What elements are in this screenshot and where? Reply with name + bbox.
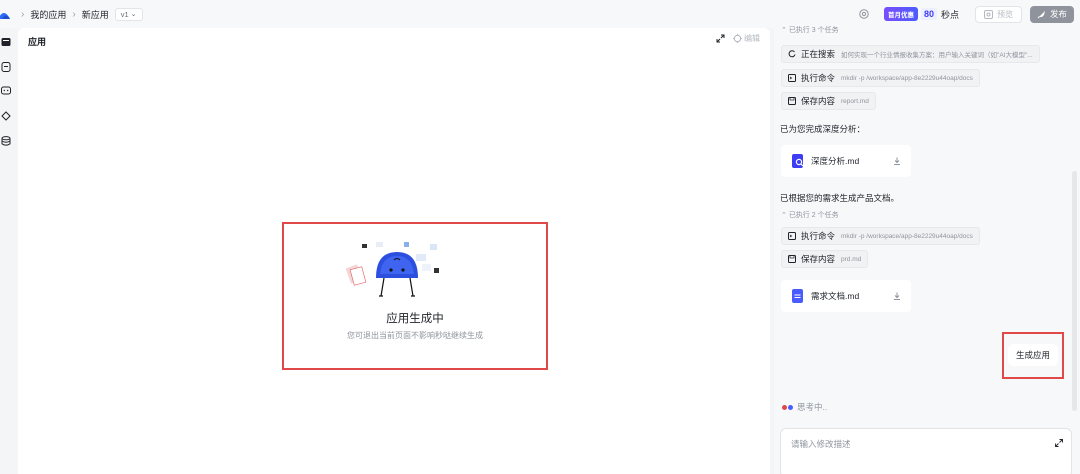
terminal-icon: [788, 74, 796, 82]
task-name: 保存内容: [801, 254, 836, 264]
task-collapse-label: 已执行 2 个任务: [788, 212, 839, 219]
top-right-actions: 首月优惠 80 秒点 预览 发布: [858, 5, 1074, 23]
document-file-icon: [792, 289, 803, 303]
task-detail: mkdir -p /workspace/app-8e2229u44oap/doc…: [841, 74, 973, 82]
task-item[interactable]: 执行命令 mkdir -p /workspace/app-8e2229u44oa…: [781, 227, 980, 245]
edit-button[interactable]: 编辑: [733, 33, 760, 44]
breadcrumb-my-apps[interactable]: 我的应用: [30, 8, 66, 21]
generate-app-message[interactable]: 生成应用: [1008, 344, 1058, 366]
rocket-icon: [1037, 10, 1045, 18]
chevron-down-icon: ⌄: [130, 11, 137, 18]
edit-label: 编辑: [744, 34, 760, 43]
file-name: 深度分析.md: [811, 156, 860, 166]
file-name: 需求文档.md: [811, 291, 860, 301]
points-unit: 秒点: [940, 9, 959, 20]
task-detail: report.md: [841, 97, 869, 105]
app-icon[interactable]: [1, 37, 11, 47]
save-icon: [788, 97, 796, 105]
chat-scrollbar[interactable]: [1072, 171, 1077, 411]
version-label: v1: [120, 9, 129, 19]
chevron-right-icon: ›: [72, 8, 76, 20]
chevron-up-icon: ⌃: [781, 212, 789, 219]
task-collapse-label: 已执行 3 个任务: [788, 27, 839, 34]
download-icon[interactable]: [893, 157, 901, 165]
modify-description-input[interactable]: [791, 439, 1031, 449]
publish-button[interactable]: 发布: [1029, 5, 1074, 23]
left-sidebar: [0, 28, 12, 474]
file-card-requirements[interactable]: 需求文档.md: [781, 280, 911, 312]
chat-input-box: [780, 428, 1072, 474]
thinking-dot-icon: [782, 404, 787, 410]
download-icon[interactable]: [893, 292, 901, 300]
file-card-analysis[interactable]: 深度分析.md: [781, 145, 911, 177]
thinking-label: 思考中..: [797, 402, 828, 412]
preview-icon: [983, 9, 993, 19]
chat-icon[interactable]: [1, 86, 11, 96]
analysis-done-text: 已为您完成深度分析：: [780, 124, 866, 134]
document-icon[interactable]: [1, 62, 11, 72]
preview-button[interactable]: 预览: [974, 5, 1022, 23]
top-bar: › 我的应用 › 新应用 v1 ⌄ 首月优惠 80 秒点 预览 发布: [0, 0, 1080, 28]
main-panel: 应用 编辑 应用生成中 您可退出当前页面不影响秒哒继续生成: [18, 28, 770, 474]
task-item[interactable]: 正在搜索 如何实现一个行业情报收集方案：用户输入关键词（如"AI大模型"...: [781, 45, 1040, 63]
prd-done-text: 已根据您的需求生成产品文档。: [780, 193, 900, 203]
robot-illustration: [346, 242, 439, 297]
task-item[interactable]: 执行命令 mkdir -p /workspace/app-8e2229u44oa…: [781, 69, 980, 87]
thinking-dot-icon: [788, 404, 793, 410]
terminal-icon: [788, 232, 796, 240]
page-title: 应用: [28, 37, 47, 47]
save-icon: [788, 255, 796, 263]
chat-panel: ⌃ 已执行 3 个任务 正在搜索 如何实现一个行业情报收集方案：用户输入关键词（…: [774, 25, 1080, 474]
points-value: 80: [920, 8, 937, 20]
task-item[interactable]: 保存内容 prd.md: [781, 250, 869, 268]
task-detail: 如何实现一个行业情报收集方案：用户输入关键词（如"AI大模型"...: [841, 52, 1033, 59]
thinking-indicator: 思考中..: [782, 401, 827, 413]
chevron-up-icon: ⌃: [781, 27, 789, 34]
search-progress-icon: [788, 50, 796, 58]
fullscreen-icon[interactable]: [716, 34, 725, 43]
task-detail: mkdir -p /workspace/app-8e2229u44oap/doc…: [841, 232, 973, 240]
task-name: 执行命令: [801, 73, 836, 83]
chevron-right-icon: ›: [21, 8, 25, 20]
plugin-icon[interactable]: [1, 111, 11, 121]
edit-icon: [733, 34, 742, 43]
version-select[interactable]: v1 ⌄: [114, 7, 143, 21]
publish-label: 发布: [1049, 9, 1067, 19]
generating-subtitle: 您可退出当前页面不影响秒哒继续生成: [347, 331, 483, 340]
generating-title: 应用生成中: [386, 313, 444, 325]
expand-icon[interactable]: [1055, 439, 1063, 447]
promo-badge: 首月优惠: [883, 7, 918, 21]
task-name: 执行命令: [801, 231, 836, 241]
task-name: 正在搜索: [801, 49, 836, 59]
breadcrumb-current-app: 新应用: [81, 9, 109, 20]
analysis-file-icon: [792, 154, 804, 168]
breadcrumb: › 我的应用 › 新应用 v1 ⌄: [15, 7, 143, 21]
logo-icon[interactable]: [0, 7, 11, 21]
task-detail: prd.md: [841, 255, 862, 263]
task-collapse-toggle[interactable]: ⌃ 已执行 2 个任务: [781, 210, 839, 220]
gear-icon[interactable]: [858, 8, 870, 20]
highlight-box: 生成应用: [1002, 332, 1064, 379]
database-icon[interactable]: [1, 136, 11, 146]
task-item[interactable]: 保存内容 report.md: [781, 92, 876, 110]
preview-label: 预览: [996, 9, 1013, 19]
task-collapse-toggle[interactable]: ⌃ 已执行 3 个任务: [781, 25, 839, 35]
main-toolbar: 编辑: [716, 33, 760, 44]
generate-app-label: 生成应用: [1015, 350, 1050, 360]
generating-status-box: 应用生成中 您可退出当前页面不影响秒哒继续生成: [282, 222, 548, 370]
task-name: 保存内容: [801, 96, 836, 106]
